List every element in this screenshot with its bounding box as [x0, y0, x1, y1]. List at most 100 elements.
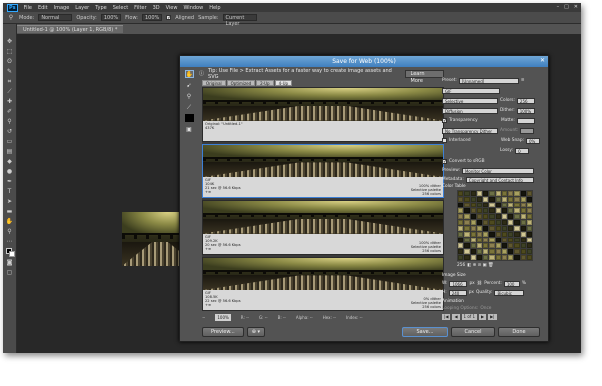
zoom-minus-icon[interactable]: − — [202, 315, 205, 320]
color-swatch[interactable] — [464, 191, 470, 196]
save-button[interactable]: Save... — [402, 327, 448, 337]
preview-pane-optimized-2[interactable]: GIF 109.2K 20 sec @ 56.6 Kbps +≡ 100% di… — [202, 200, 444, 255]
convert-srgb-checkbox[interactable] — [442, 159, 447, 164]
height-field[interactable]: 240 — [448, 289, 467, 296]
format-select[interactable]: GIF — [442, 87, 500, 94]
color-swatch[interactable] — [483, 202, 489, 208]
color-swatch[interactable] — [470, 249, 476, 255]
toggle-slices-icon[interactable]: ▣ — [185, 125, 194, 133]
color-swatch[interactable] — [520, 208, 526, 214]
color-swatch[interactable] — [520, 202, 526, 208]
color-swatch[interactable] — [470, 237, 476, 243]
color-swatch[interactable] — [464, 243, 470, 249]
percent-field[interactable]: 100 — [503, 280, 520, 287]
color-swatch[interactable] — [495, 243, 501, 249]
color-swatch[interactable] — [489, 191, 495, 196]
color-swatch[interactable] — [520, 214, 526, 220]
quick-mask-icon[interactable]: ◙ — [6, 259, 14, 266]
color-swatch[interactable] — [501, 237, 507, 243]
color-swatch[interactable] — [508, 231, 514, 237]
menu-filter[interactable]: Filter — [134, 5, 146, 11]
menu-type[interactable]: Type — [95, 5, 106, 11]
color-swatch[interactable] — [520, 249, 526, 255]
eyedropper-tool-icon[interactable]: ⟋ — [185, 103, 194, 111]
transparency-checkbox[interactable] — [442, 118, 447, 123]
tab-4up[interactable]: 4-Up — [274, 80, 293, 86]
color-swatch[interactable] — [514, 231, 520, 237]
last-frame-icon[interactable]: ▶| — [488, 314, 497, 320]
marquee-icon[interactable]: ⬚ — [6, 48, 14, 55]
eyedropper-icon[interactable]: ⟋ — [6, 88, 14, 95]
color-swatch[interactable] — [526, 191, 532, 196]
crop-icon[interactable]: ⌗ — [6, 78, 14, 85]
color-swatch[interactable] — [495, 220, 501, 225]
healing-icon[interactable]: ✚ — [6, 98, 14, 105]
websnap-field[interactable]: 0% — [526, 137, 540, 144]
color-swatch[interactable] — [501, 220, 507, 225]
color-swatch[interactable] — [483, 249, 489, 255]
color-swatch[interactable] — [514, 196, 520, 202]
color-swatch[interactable] — [470, 208, 476, 214]
mode-select[interactable]: Normal — [38, 14, 73, 21]
menu-layer[interactable]: Layer — [75, 5, 89, 11]
link-icon[interactable]: ⛓ — [477, 281, 482, 286]
color-swatch[interactable] — [501, 208, 507, 214]
color-swatch[interactable] — [489, 208, 495, 214]
preview-pane-optimized-3[interactable]: GIF 108.5K 22 sec @ 56.6 Kbps +≡ 0% dith… — [202, 256, 444, 311]
color-swatch[interactable] — [458, 255, 464, 260]
menu-edit[interactable]: Edit — [38, 5, 48, 11]
color-swatch[interactable] — [483, 231, 489, 237]
color-swatch[interactable] — [514, 243, 520, 249]
eraser-icon[interactable]: ▭ — [6, 138, 14, 145]
color-swatch[interactable] — [470, 196, 476, 202]
zoom-tool-icon[interactable]: ⚲ — [185, 92, 194, 100]
matte-select[interactable] — [516, 117, 535, 124]
color-swatch[interactable] — [526, 196, 532, 202]
color-swatch[interactable] — [501, 249, 507, 255]
color-swatch[interactable] — [526, 214, 532, 220]
browser-select-button[interactable]: ⊕ ▾ — [246, 327, 266, 337]
document-tab[interactable]: Untitled-1 @ 100% (Layer 1, RGB/8) * — [17, 25, 124, 33]
color-swatch[interactable] — [476, 202, 482, 208]
color-swatch[interactable] — [520, 231, 526, 237]
color-swatch[interactable] — [483, 214, 489, 220]
color-swatch[interactable] — [520, 225, 526, 231]
color-swatch[interactable] — [520, 196, 526, 202]
color-swatch[interactable] — [458, 225, 464, 231]
maximize-icon[interactable]: □ — [564, 4, 569, 10]
flow-field[interactable]: 100% — [142, 14, 163, 21]
color-swatch[interactable] — [489, 237, 495, 243]
history-brush-icon[interactable]: ↺ — [6, 128, 14, 135]
tab-optimized[interactable]: Optimized — [226, 80, 256, 86]
color-swatch[interactable] — [458, 220, 464, 225]
tab-original[interactable]: Original — [202, 80, 226, 86]
path-select-icon[interactable]: ➤ — [6, 198, 14, 205]
color-swatch[interactable] — [508, 202, 514, 208]
hand-icon[interactable]: ✋ — [6, 218, 14, 225]
gradient-icon[interactable]: ▤ — [6, 148, 14, 155]
dialog-close-icon[interactable]: ✕ — [540, 57, 545, 64]
next-frame-icon[interactable]: ▶ — [479, 314, 487, 320]
menu-3d[interactable]: 3D — [153, 5, 160, 11]
color-swatch[interactable] — [483, 196, 489, 202]
menu-select[interactable]: Select — [113, 5, 128, 11]
color-table[interactable] — [457, 190, 533, 261]
clone-stamp-tool-icon[interactable]: ⚲ — [6, 118, 14, 125]
tab-2up[interactable]: 2-Up — [256, 80, 274, 86]
color-swatch[interactable] — [514, 208, 520, 214]
cancel-button[interactable]: Cancel — [451, 327, 495, 337]
color-swatch[interactable] — [464, 202, 470, 208]
preset-select[interactable]: [Unnamed] — [458, 77, 519, 84]
zoom-icon[interactable]: ⚲ — [6, 228, 14, 235]
eyedropper-color-swatch[interactable] — [184, 114, 194, 122]
color-swatch[interactable] — [508, 220, 514, 225]
quality-select[interactable]: Bicubic — [494, 289, 525, 296]
color-swatch[interactable] — [470, 243, 476, 249]
color-swatch[interactable] — [501, 255, 507, 260]
color-swatch[interactable] — [501, 202, 507, 208]
preview-button[interactable]: Preview... — [202, 327, 244, 337]
color-swatch[interactable] — [476, 249, 482, 255]
color-swatch[interactable] — [458, 231, 464, 237]
dither-algorithm-select[interactable]: Diffusion — [442, 107, 498, 114]
menu-view[interactable]: View — [166, 5, 178, 11]
